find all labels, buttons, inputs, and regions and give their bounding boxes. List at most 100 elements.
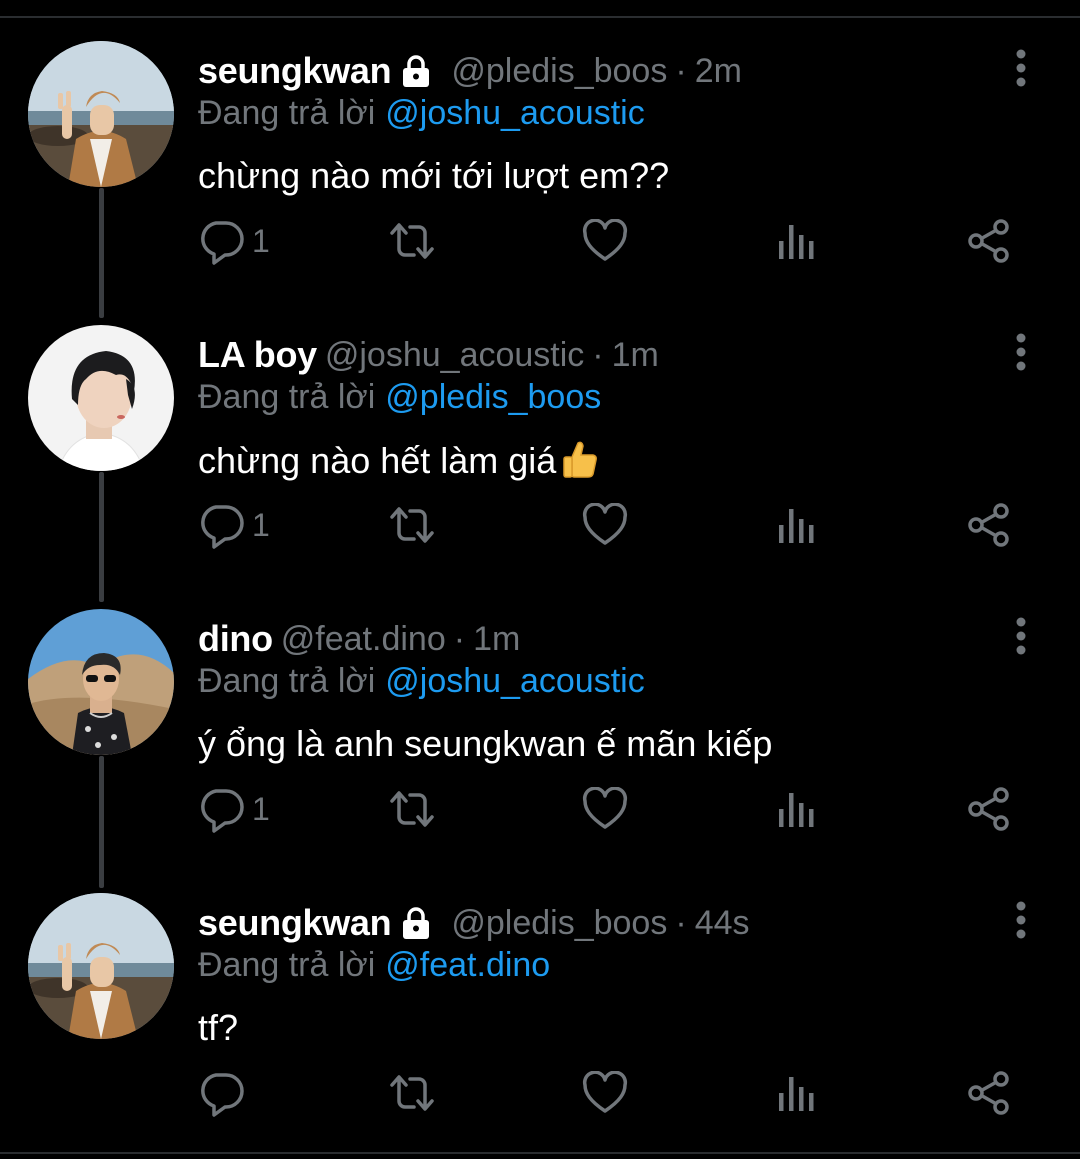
timestamp[interactable]: 44s <box>695 904 750 943</box>
more-vertical-icon[interactable] <box>1004 899 1038 943</box>
reply-icon <box>198 217 246 265</box>
reply-button[interactable]: 1 <box>198 211 270 271</box>
tweet-header: LA boy @joshu_acoustic · 1m <box>198 329 659 381</box>
tweet-text: tf? <box>198 1007 238 1049</box>
replying-to-label: Đang trả lời <box>198 662 376 700</box>
tweet[interactable]: seungkwan @pledis_boos · 44s Đang trả lờ… <box>0 853 1080 1136</box>
timestamp[interactable]: 1m <box>473 620 520 659</box>
reply-count: 1 <box>252 506 270 543</box>
retweet-button[interactable] <box>386 495 438 555</box>
display-name[interactable]: seungkwan <box>198 902 392 944</box>
reply-icon <box>198 501 246 549</box>
replying-to-label: Đang trả lời <box>198 378 376 416</box>
display-name[interactable]: seungkwan <box>198 50 392 92</box>
tweet-header: dino @feat.dino · 1m <box>198 613 520 665</box>
retweet-icon <box>386 217 438 265</box>
display-name[interactable]: dino <box>198 618 273 660</box>
avatar[interactable] <box>28 41 174 187</box>
tweet-text: ý ổng là anh seungkwan ế mãn kiếp <box>198 723 772 765</box>
thumbs-up-emoji <box>562 439 598 488</box>
views-icon <box>778 503 816 547</box>
views-button[interactable] <box>778 779 816 839</box>
like-button[interactable] <box>582 495 628 555</box>
retweet-icon <box>386 1069 438 1117</box>
views-button[interactable] <box>778 495 816 555</box>
avatar[interactable] <box>28 325 174 471</box>
heart-icon <box>582 787 628 831</box>
heart-icon <box>582 1071 628 1115</box>
views-button[interactable] <box>778 1063 816 1123</box>
retweet-button[interactable] <box>386 779 438 839</box>
share-button[interactable] <box>966 495 1012 555</box>
reply-button[interactable]: 1 <box>198 779 270 839</box>
retweet-icon <box>386 501 438 549</box>
heart-icon <box>582 219 628 263</box>
more-vertical-icon[interactable] <box>1004 331 1038 375</box>
reply-count: 1 <box>252 222 270 259</box>
retweet-button[interactable] <box>386 1063 438 1123</box>
reply-mention-link[interactable]: @joshu_acoustic <box>385 94 644 132</box>
views-button[interactable] <box>778 211 816 271</box>
tweet-text-content: ý ổng là anh seungkwan ế mãn kiếp <box>198 723 773 764</box>
more-vertical-icon[interactable] <box>1004 47 1038 91</box>
share-button[interactable] <box>966 1063 1012 1123</box>
tweet[interactable]: dino @feat.dino · 1m Đang trả lời @joshu_… <box>0 569 1080 852</box>
separator-dot: · <box>592 335 604 374</box>
bottom-divider <box>0 1152 1080 1154</box>
like-button[interactable] <box>582 211 628 271</box>
separator-dot: · <box>453 619 466 658</box>
separator-dot: · <box>675 903 687 942</box>
user-handle[interactable]: @feat.dino <box>281 620 446 659</box>
user-handle[interactable]: @pledis_boos <box>451 904 667 943</box>
tweet-header: seungkwan @pledis_boos · 2m <box>198 45 742 97</box>
timestamp[interactable]: 1m <box>612 336 659 375</box>
replying-to: Đang trả lời @joshu_acoustic <box>198 94 645 133</box>
tweet-actions <box>0 1063 1080 1123</box>
replying-to-label: Đang trả lời <box>198 94 376 132</box>
user-handle[interactable]: @joshu_acoustic <box>325 336 584 375</box>
timestamp[interactable]: 2m <box>695 52 742 91</box>
reply-button[interactable] <box>198 1063 252 1123</box>
reply-icon <box>198 1069 246 1117</box>
display-name[interactable]: LA boy <box>198 334 317 376</box>
like-button[interactable] <box>582 1063 628 1123</box>
separator-dot: · <box>675 51 687 90</box>
views-icon <box>778 219 816 263</box>
user-handle[interactable]: @pledis_boos <box>451 52 667 91</box>
avatar[interactable] <box>28 609 174 755</box>
tweet-actions: 1 <box>0 779 1080 839</box>
tweet[interactable]: seungkwan @pledis_boos · 2m Đang trả lời… <box>0 1 1080 284</box>
replying-to: Đang trả lời @feat.dino <box>198 946 550 985</box>
share-icon <box>966 219 1012 263</box>
tweet-text-content: chừng nào hết làm giá <box>198 440 557 481</box>
share-icon <box>966 1071 1012 1115</box>
avatar[interactable] <box>28 893 174 1039</box>
share-icon <box>966 787 1012 831</box>
more-vertical-icon[interactable] <box>1004 615 1038 659</box>
reply-mention-link[interactable]: @feat.dino <box>385 946 550 984</box>
retweet-button[interactable] <box>386 211 438 271</box>
reply-icon <box>198 785 246 833</box>
replying-to-label: Đang trả lời <box>198 946 376 984</box>
tweet[interactable]: LA boy @joshu_acoustic · 1m Đang trả lời… <box>0 285 1080 568</box>
lock-icon <box>401 54 431 88</box>
tweet-text: chừng nào mới tới lượt em?? <box>198 155 669 197</box>
tweet-text-content: chừng nào mới tới lượt em?? <box>198 155 670 196</box>
tweet-actions: 1 <box>0 211 1080 271</box>
replying-to: Đang trả lời @pledis_boos <box>198 378 601 417</box>
retweet-icon <box>386 785 438 833</box>
share-icon <box>966 503 1012 547</box>
tweet-text-content: tf? <box>198 1007 239 1048</box>
like-button[interactable] <box>582 779 628 839</box>
tweet-text: chừng nào hết làm giá <box>198 439 598 488</box>
share-button[interactable] <box>966 211 1012 271</box>
views-icon <box>778 1071 816 1115</box>
heart-icon <box>582 503 628 547</box>
tweet-header: seungkwan @pledis_boos · 44s <box>198 897 750 949</box>
reply-mention-link[interactable]: @pledis_boos <box>385 378 601 416</box>
tweet-actions: 1 <box>0 495 1080 555</box>
reply-button[interactable]: 1 <box>198 495 270 555</box>
reply-count: 1 <box>252 790 270 827</box>
share-button[interactable] <box>966 779 1012 839</box>
reply-mention-link[interactable]: @joshu_acoustic <box>385 662 644 700</box>
